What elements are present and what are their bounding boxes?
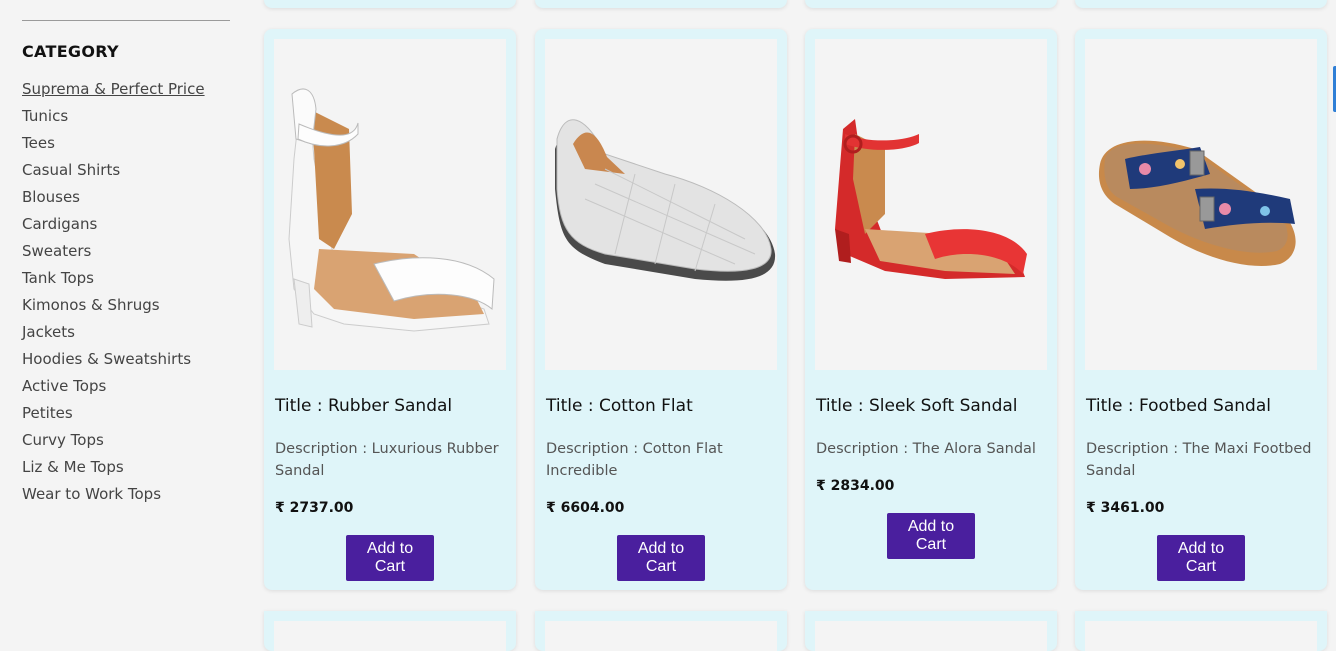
category-item-cardigans[interactable]: Cardigans [22,213,205,240]
add-to-cart-button[interactable]: Add to Cart [887,513,975,559]
product-grid: Title : Rubber Sandal Description : Luxu… [264,0,1328,651]
product-description: Description : Cotton Flat Incredible [546,441,723,479]
product-card-partial [1075,611,1327,651]
category-item-jackets[interactable]: Jackets [22,321,205,348]
add-to-cart-button[interactable]: Add to Cart [346,535,434,581]
product-image-red-ankle-strap-sandal[interactable] [815,39,1047,370]
category-item-liz-me-tops[interactable]: Liz & Me Tops [22,456,205,483]
category-item-sweaters[interactable]: Sweaters [22,240,205,267]
product-image-partial [1085,621,1317,651]
category-item-petites[interactable]: Petites [22,402,205,429]
product-title: Title : Cotton Flat [546,396,693,416]
product-image-white-ankle-strap-sandal[interactable] [274,39,506,370]
product-card-partial [1075,0,1327,8]
product-description: Description : Luxurious Rubber Sandal [275,441,499,479]
woven-flat-illustration [555,119,776,281]
category-heading: CATEGORY [22,42,119,61]
product-image-partial [815,621,1047,651]
product-price: ₹ 2737.00 [275,500,354,516]
category-item-wear-to-work-tops[interactable]: Wear to Work Tops [22,483,205,510]
product-title: Title : Rubber Sandal [275,396,453,416]
product-price: ₹ 3461.00 [1086,500,1165,516]
product-card-partial [805,611,1057,651]
category-item-hoodies-sweatshirts[interactable]: Hoodies & Sweatshirts [22,348,205,375]
product-card: Title : Rubber Sandal Description : Luxu… [264,29,516,590]
product-card-partial [264,611,516,651]
product-card-partial [805,0,1057,8]
white-sandal-illustration [288,88,495,332]
product-description: Description : The Alora Sandal [816,441,1036,457]
product-card-partial [264,0,516,8]
product-card-partial [535,611,787,651]
category-item-curvy-tops[interactable]: Curvy Tops [22,429,205,456]
footbed-sandal-illustration [1098,140,1296,266]
product-card: Title : Cotton Flat Description : Cotton… [535,29,787,590]
add-to-cart-button[interactable]: Add to Cart [1157,535,1245,581]
category-list: Suprema & Perfect Price Tunics Tees Casu… [22,78,205,510]
product-card-partial [535,0,787,8]
product-description: Description : The Maxi Footbed Sandal [1086,441,1312,479]
product-price: ₹ 2834.00 [816,478,895,494]
product-image-white-woven-flat-shoe[interactable] [545,39,777,370]
category-item-kimonos-shrugs[interactable]: Kimonos & Shrugs [22,294,205,321]
product-image-floral-footbed-sandal[interactable] [1085,39,1317,370]
product-card: Title : Sleek Soft Sandal Description : … [805,29,1057,590]
product-card: Title : Footbed Sandal Description : The… [1075,29,1327,590]
product-image-partial [545,621,777,651]
product-title: Title : Footbed Sandal [1086,396,1271,416]
product-title: Title : Sleek Soft Sandal [816,396,1018,416]
category-item-tank-tops[interactable]: Tank Tops [22,267,205,294]
category-item-tees[interactable]: Tees [22,132,205,159]
add-to-cart-button[interactable]: Add to Cart [617,535,705,581]
sidebar-divider [22,20,230,21]
red-sandal-illustration [835,119,1027,279]
product-price: ₹ 6604.00 [546,500,625,516]
category-item-casual-shirts[interactable]: Casual Shirts [22,159,205,186]
category-item-active-tops[interactable]: Active Tops [22,375,205,402]
category-item-suprema-perfect-price[interactable]: Suprema & Perfect Price [22,78,205,105]
category-item-blouses[interactable]: Blouses [22,186,205,213]
product-image-partial [274,621,506,651]
category-item-tunics[interactable]: Tunics [22,105,205,132]
